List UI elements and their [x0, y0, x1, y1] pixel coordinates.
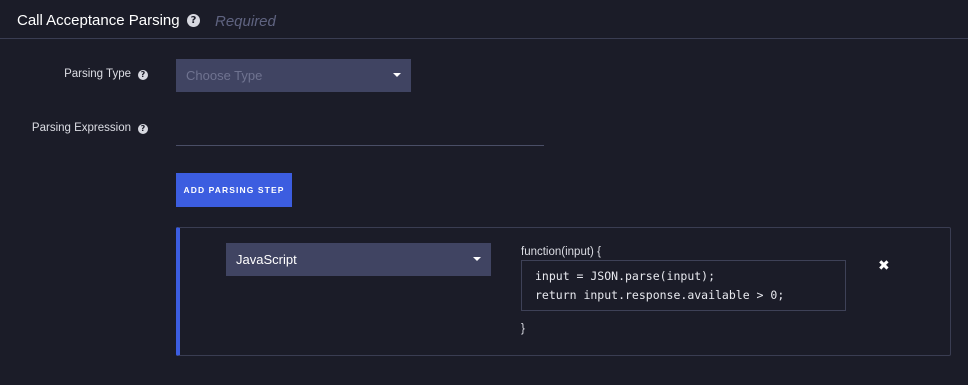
parsing-type-label: Parsing Type?: [30, 68, 148, 80]
parsing-type-label-text: Parsing Type: [64, 68, 131, 80]
chevron-down-icon: [473, 257, 481, 261]
parsing-expression-input[interactable]: [176, 120, 544, 146]
code-line: return input.response.available > 0;: [535, 288, 785, 302]
function-footer: }: [521, 323, 525, 335]
parsing-step-card: JavaScript function(input) { input = JSO…: [176, 227, 951, 356]
help-icon[interactable]: ?: [138, 70, 148, 80]
close-icon[interactable]: ✖: [878, 258, 890, 274]
add-parsing-step-button[interactable]: ADD PARSING STEP: [176, 173, 292, 207]
language-select-value: JavaScript: [236, 252, 297, 267]
language-select[interactable]: JavaScript: [226, 243, 491, 276]
parsing-type-select[interactable]: Choose Type: [176, 59, 411, 92]
parsing-expression-label-text: Parsing Expression: [31, 122, 131, 134]
help-icon[interactable]: ?: [187, 14, 200, 27]
function-header: function(input) {: [521, 246, 601, 258]
help-icon[interactable]: ?: [138, 124, 148, 134]
code-line: input = JSON.parse(input);: [535, 269, 716, 283]
code-editor[interactable]: input = JSON.parse(input); return input.…: [521, 260, 846, 311]
section-header: Call Acceptance Parsing ? Required: [0, 0, 968, 39]
parsing-expression-label: Parsing Expression?: [20, 122, 148, 134]
required-label: Required: [215, 13, 276, 30]
call-acceptance-parsing-panel: Call Acceptance Parsing ? Required Parsi…: [0, 0, 968, 385]
chevron-down-icon: [393, 73, 401, 77]
section-title: Call Acceptance Parsing: [17, 12, 180, 29]
parsing-type-placeholder: Choose Type: [186, 68, 263, 83]
